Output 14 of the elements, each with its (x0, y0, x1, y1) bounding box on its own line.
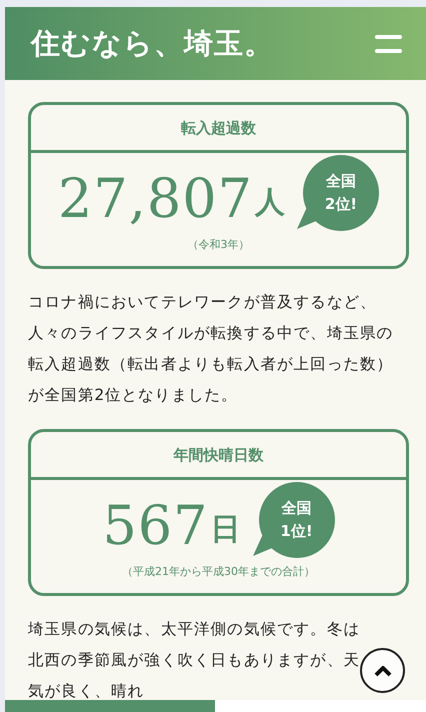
description: 埼玉県の気候は、太平洋側の気候です。冬は北西の季節風が強く吹く日もありますが、天気が良く、晴れ (28, 619, 361, 702)
stat-note: （令和3年） (188, 237, 250, 252)
card-title: 年間快晴日数 (31, 432, 406, 480)
card-title: 転入超過数 (31, 105, 406, 153)
speech-bubble: 全国 2位! (302, 155, 379, 231)
stat-unit: 人 (254, 184, 285, 222)
chevron-up-icon (374, 664, 392, 676)
description: コロナ禍においてテレワークが普及するなど、人々のライフスタイルが転換する中で、埼玉県の転入超過数（転出者よりも転入者が上回った数）が全国第2位となりました。 (28, 292, 394, 406)
stat-unit: 日 (210, 511, 241, 549)
site-logo[interactable]: 住むなら、埼玉。 (31, 24, 274, 64)
stat-value: 567 (102, 494, 209, 556)
stat-note: （平成21年から平成30年までの合計） (122, 564, 315, 579)
speech-bubble: 全国 1位! (258, 482, 335, 558)
stat-value: 27,807 (58, 166, 253, 230)
